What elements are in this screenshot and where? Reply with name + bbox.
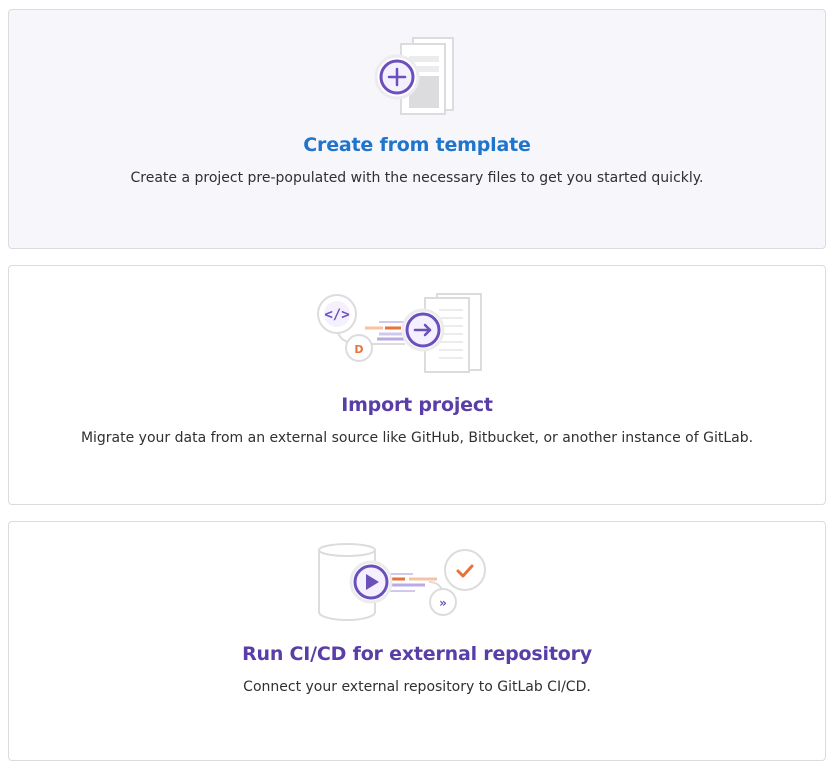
svg-text:D: D <box>354 343 363 356</box>
template-illustration <box>374 37 454 115</box>
card-description: Connect your external repository to GitL… <box>243 679 591 695</box>
svg-text:»: » <box>439 596 447 610</box>
import-project-card[interactable]: </> D Import project Migrate your data f… <box>8 265 826 505</box>
ci-cd-illustration: » <box>318 543 486 621</box>
create-from-template-card[interactable]: Create from template Create a project pr… <box>8 9 826 249</box>
card-description: Create a project pre-populated with the … <box>130 170 704 186</box>
run-ci-cd-card[interactable]: » Run CI/CD for external repository Conn… <box>8 521 826 761</box>
card-title: Run CI/CD for external repository <box>242 643 592 665</box>
card-description: Migrate your data from an external sourc… <box>80 430 754 446</box>
import-illustration: </> D <box>317 293 482 373</box>
card-title: Import project <box>341 394 493 416</box>
card-title: Create from template <box>303 134 531 156</box>
svg-text:</>: </> <box>324 307 349 323</box>
